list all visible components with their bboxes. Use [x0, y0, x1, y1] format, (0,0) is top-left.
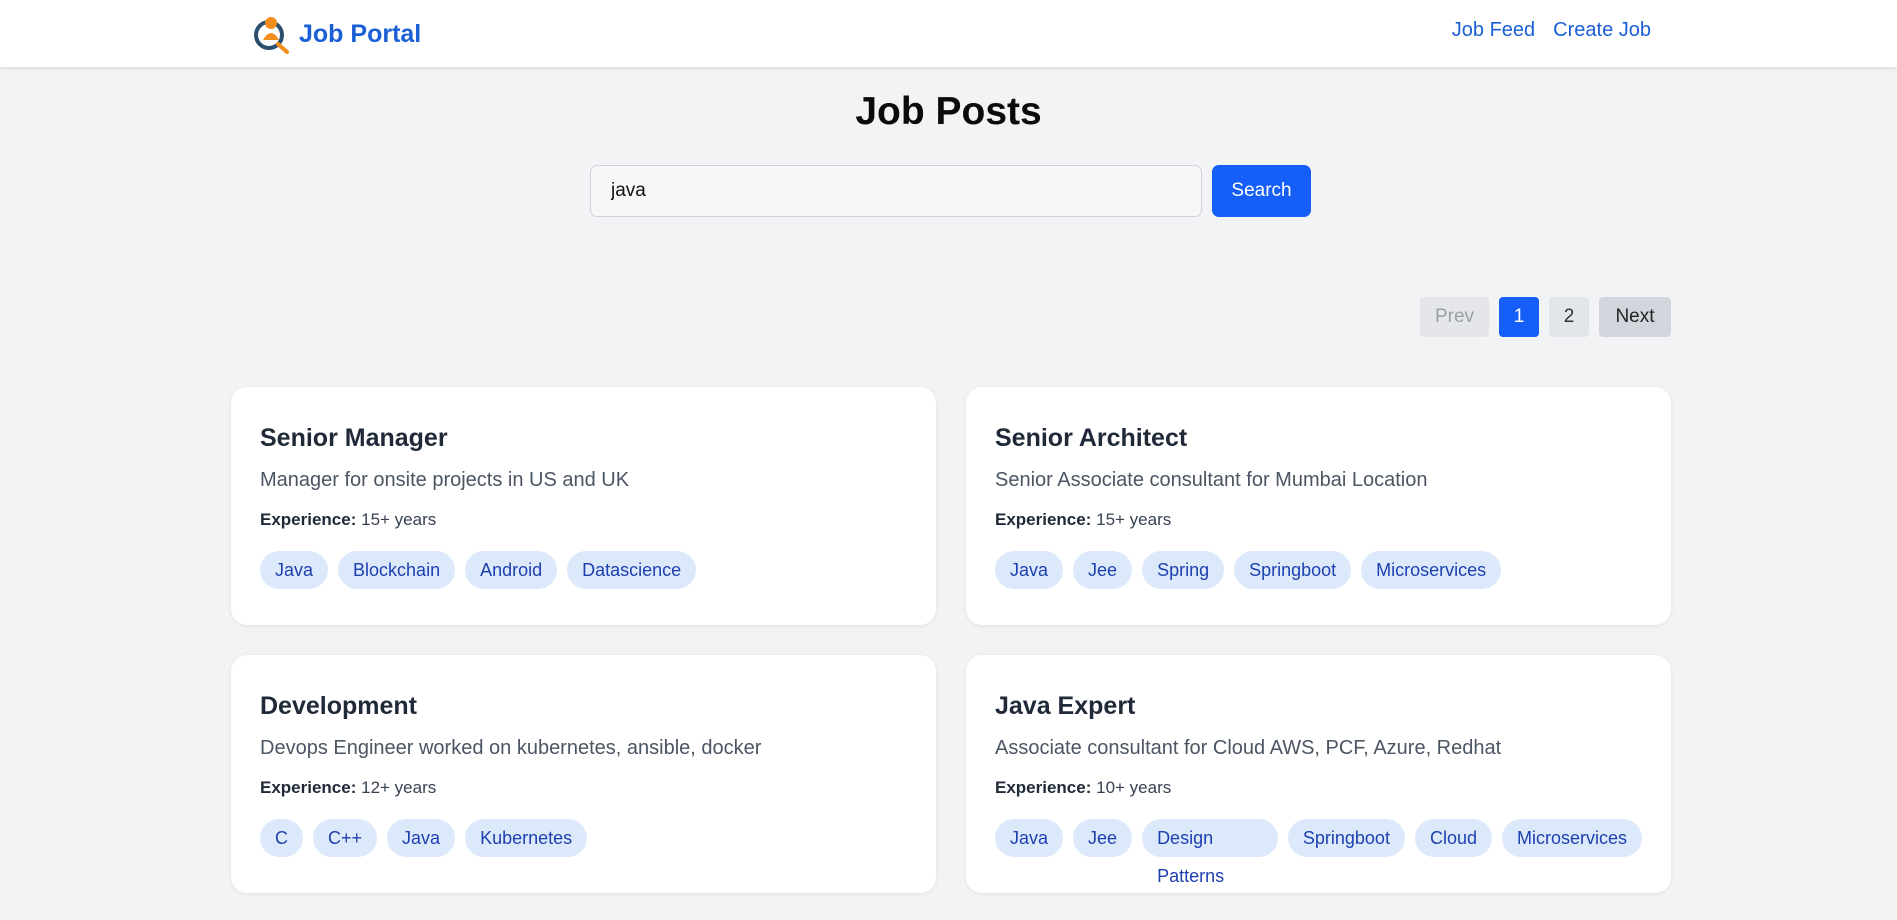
skill-tag: Java: [260, 551, 329, 589]
skill-tag: Java: [387, 819, 456, 857]
brand-logo-link[interactable]: Job Portal: [251, 12, 421, 56]
experience-value: 15+ years: [1096, 510, 1172, 529]
skill-tag: Jee: [1073, 551, 1133, 589]
job-experience: Experience: 15+ years: [260, 507, 907, 533]
skill-tag: Cloud: [1414, 819, 1492, 857]
job-experience: Experience: 10+ years: [995, 775, 1642, 801]
experience-label: Experience:: [995, 778, 1092, 797]
skill-tag: Spring: [1142, 551, 1225, 589]
job-description: Senior Associate consultant for Mumbai L…: [995, 469, 1428, 491]
skill-tags: C C++ Java Kubernetes: [260, 819, 907, 857]
skill-tag: Java: [995, 819, 1064, 857]
experience-value: 10+ years: [1096, 778, 1172, 797]
job-description: Associate consultant for Cloud AWS, PCF,…: [995, 737, 1502, 759]
page-title: Job Posts: [855, 90, 1042, 133]
search-bar: Search: [590, 165, 1311, 217]
skill-tag: Android: [465, 551, 558, 589]
job-card[interactable]: Java Expert Associate consultant for Clo…: [966, 655, 1671, 893]
job-card[interactable]: Development Devops Engineer worked on ku…: [231, 655, 936, 893]
skill-tag: Jee: [1073, 819, 1133, 857]
experience-label: Experience:: [995, 510, 1092, 529]
job-title: Development: [260, 692, 417, 720]
experience-label: Experience:: [260, 778, 357, 797]
job-experience: Experience: 12+ years: [260, 775, 907, 801]
job-title: Senior Manager: [260, 424, 448, 452]
skill-tag: Microservices: [1361, 551, 1502, 589]
job-title: Java Expert: [995, 692, 1136, 720]
experience-label: Experience:: [260, 510, 357, 529]
job-card[interactable]: Senior Manager Manager for onsite projec…: [231, 387, 936, 625]
page-button-2[interactable]: 2: [1549, 297, 1589, 337]
skill-tags: Java Jee Spring Springboot Microservices: [995, 551, 1642, 589]
skill-tag: Blockchain: [338, 551, 456, 589]
skill-tag: Springboot: [1234, 551, 1352, 589]
brand-name: Job Portal: [299, 19, 422, 48]
job-card[interactable]: Senior Architect Senior Associate consul…: [966, 387, 1671, 625]
skill-tag: Microservices: [1501, 819, 1642, 857]
skill-tag: Kubernetes: [465, 819, 588, 857]
job-card-grid: Senior Manager Manager for onsite projec…: [231, 387, 1671, 893]
top-navbar: Job Portal Job Feed Create Job: [0, 0, 1897, 67]
job-search-logo-icon: [251, 14, 291, 54]
skill-tag: Java: [995, 551, 1064, 589]
experience-value: 12+ years: [361, 778, 437, 797]
skill-tag: Datascience: [567, 551, 697, 589]
skill-tag: Design Patterns: [1142, 819, 1278, 886]
skill-tag: Springboot: [1287, 819, 1405, 857]
search-button[interactable]: Search: [1212, 165, 1311, 217]
next-page-button[interactable]: Next: [1599, 297, 1671, 337]
job-description: Devops Engineer worked on kubernetes, an…: [260, 737, 762, 759]
nav-links: Job Feed Create Job: [1452, 19, 1651, 42]
skill-tag: C: [260, 819, 303, 857]
job-description: Manager for onsite projects in US and UK: [260, 469, 630, 491]
page-button-1[interactable]: 1: [1499, 297, 1539, 337]
job-experience: Experience: 15+ years: [995, 507, 1642, 533]
nav-link-job-feed[interactable]: Job Feed: [1452, 19, 1535, 42]
experience-value: 15+ years: [361, 510, 437, 529]
job-title: Senior Architect: [995, 424, 1188, 452]
skill-tag: C++: [313, 819, 378, 857]
pagination: Prev 1 2 Next: [1420, 297, 1671, 337]
prev-page-button[interactable]: Prev: [1420, 297, 1489, 337]
nav-link-create-job[interactable]: Create Job: [1553, 19, 1651, 42]
skill-tags: Java Jee Design Patterns Springboot Clou…: [995, 819, 1642, 886]
search-input[interactable]: [590, 165, 1202, 217]
skill-tags: Java Blockchain Android Datascience: [260, 551, 907, 589]
